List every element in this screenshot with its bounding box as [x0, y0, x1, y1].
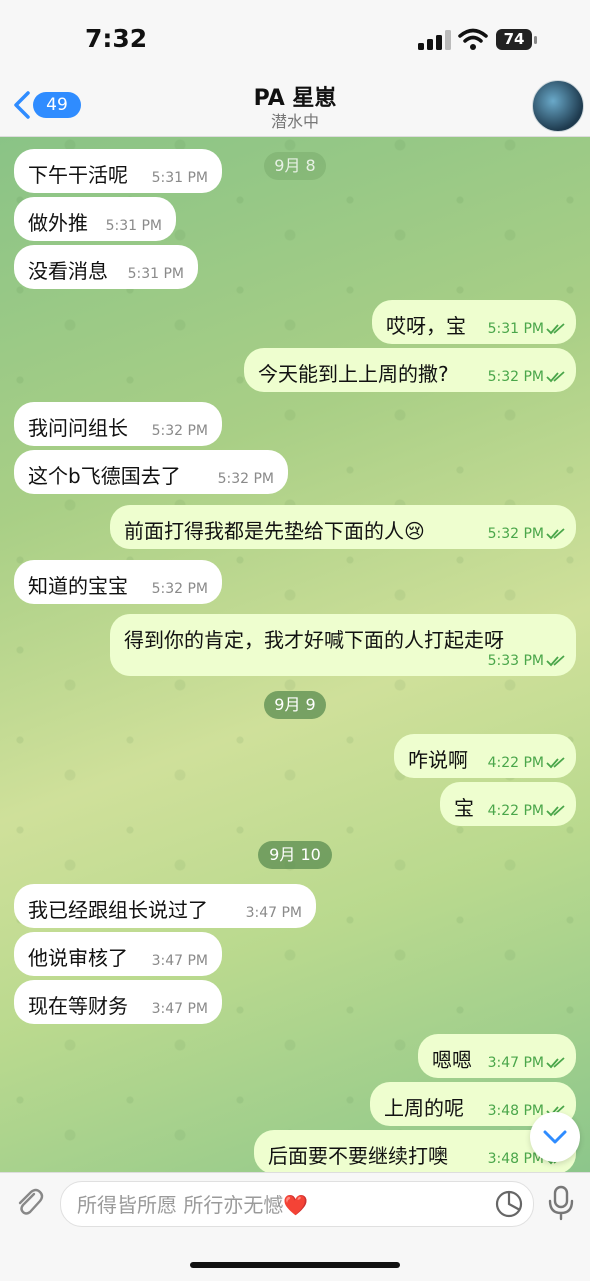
read-checkmarks-icon: [546, 1057, 565, 1069]
message-text: 宝: [454, 796, 474, 820]
message-time: 5:31 PM: [127, 266, 184, 282]
message-time: 5:32 PM: [151, 423, 208, 439]
battery-level: 74: [503, 30, 525, 48]
message-bubble-outgoing[interactable]: 后面要不要继续打噢 3:48 PM: [254, 1130, 576, 1174]
message-time: 5:31 PM: [105, 218, 162, 234]
message-bubble-incoming[interactable]: 下午干活呢 5:31 PM: [14, 149, 222, 193]
message-bubble-incoming[interactable]: 知道的宝宝 5:32 PM: [14, 560, 222, 604]
message-time: 3:47 PM: [245, 905, 302, 921]
paperclip-icon[interactable]: [12, 1185, 46, 1219]
message-time: 5:33 PM: [488, 653, 566, 669]
message-bubble-outgoing[interactable]: 得到你的肯定，我才好喊下面的人打起走呀 5:33 PM: [110, 614, 576, 676]
home-indicator: [190, 1262, 400, 1268]
cellular-signal-icon: [418, 30, 451, 50]
status-bar: 7:32 74: [0, 0, 590, 78]
message-text: 前面打得我都是先垫给下面的人😢: [124, 519, 425, 543]
battery-icon: 74: [496, 29, 538, 50]
message-text: 后面要不要继续打噢: [268, 1144, 448, 1168]
message-input[interactable]: [75, 1190, 479, 1220]
message-time: 3:47 PM: [488, 1055, 566, 1071]
read-checkmarks-icon: [546, 805, 565, 817]
message-bubble-outgoing[interactable]: 宝 4:22 PM: [440, 782, 576, 826]
sticker-icon[interactable]: [495, 1190, 523, 1218]
message-text: 上周的呢: [384, 1096, 464, 1120]
message-text: 知道的宝宝: [28, 574, 128, 598]
message-text: 现在等财务: [28, 994, 128, 1018]
message-time: 5:31 PM: [488, 321, 566, 337]
date-separator: 9月 9: [264, 691, 326, 719]
date-separator: 9月 8: [264, 152, 326, 180]
read-checkmarks-icon: [546, 323, 565, 335]
chat-header: 49 PA 星崽 潜水中: [0, 78, 590, 137]
message-bubble-incoming[interactable]: 他说审核了 3:47 PM: [14, 932, 222, 976]
message-bubble-incoming[interactable]: 我问问组长 5:32 PM: [14, 402, 222, 446]
message-time: 5:31 PM: [151, 170, 208, 186]
chevron-down-icon: [543, 1130, 567, 1144]
message-text: 我已经跟组长说过了: [28, 898, 208, 922]
message-time: 4:22 PM: [488, 803, 566, 819]
message-bubble-incoming[interactable]: 现在等财务 3:47 PM: [14, 980, 222, 1024]
message-time: 5:32 PM: [488, 369, 566, 385]
message-text: 咋说啊: [408, 748, 468, 772]
message-time: 3:47 PM: [151, 953, 208, 969]
message-text: 嗯嗯: [432, 1048, 472, 1072]
message-bubble-outgoing[interactable]: 哎呀，宝 5:31 PM: [372, 300, 576, 344]
message-text: 哎呀，宝: [386, 314, 466, 338]
wifi-icon: [458, 28, 488, 50]
message-time: 3:47 PM: [151, 1001, 208, 1017]
status-time: 7:32: [85, 24, 148, 53]
message-time: 5:32 PM: [151, 581, 208, 597]
message-text: 今天能到上上周的撒?: [258, 362, 449, 386]
message-bubble-outgoing[interactable]: 咋说啊 4:22 PM: [394, 734, 576, 778]
message-bubble-incoming[interactable]: 没看消息 5:31 PM: [14, 245, 198, 289]
message-bubble-incoming[interactable]: 我已经跟组长说过了 3:47 PM: [14, 884, 316, 928]
message-text: 这个b飞德国去了: [28, 464, 181, 488]
read-checkmarks-icon: [546, 528, 565, 540]
message-bubble-outgoing[interactable]: 前面打得我都是先垫给下面的人😢 5:32 PM: [110, 505, 576, 549]
message-text: 得到你的肯定，我才好喊下面的人打起走呀: [124, 628, 504, 652]
message-bubble-outgoing[interactable]: 嗯嗯 3:47 PM: [418, 1034, 576, 1078]
message-text: 没看消息: [28, 259, 108, 283]
message-bubble-incoming[interactable]: 这个b飞德国去了 5:32 PM: [14, 450, 288, 494]
message-text: 我问问组长: [28, 416, 128, 440]
message-text: 下午干活呢: [28, 163, 128, 187]
microphone-icon[interactable]: [546, 1185, 576, 1221]
message-input-field[interactable]: [60, 1181, 534, 1227]
message-bubble-incoming[interactable]: 做外推 5:31 PM: [14, 197, 176, 241]
chat-status: 潜水中: [270, 112, 319, 131]
read-checkmarks-icon: [546, 655, 565, 667]
contact-avatar[interactable]: [532, 80, 584, 132]
read-checkmarks-icon: [546, 757, 565, 769]
read-checkmarks-icon: [546, 371, 565, 383]
message-text: 做外推: [28, 211, 88, 235]
message-time: 5:32 PM: [217, 471, 274, 487]
message-time: 4:22 PM: [488, 755, 566, 771]
message-text: 他说审核了: [28, 946, 128, 970]
date-separator: 9月 10: [258, 841, 332, 869]
message-bubble-outgoing[interactable]: 今天能到上上周的撒? 5:32 PM: [244, 348, 576, 392]
message-time: 5:32 PM: [488, 526, 566, 542]
scroll-to-bottom-button[interactable]: [530, 1112, 580, 1162]
